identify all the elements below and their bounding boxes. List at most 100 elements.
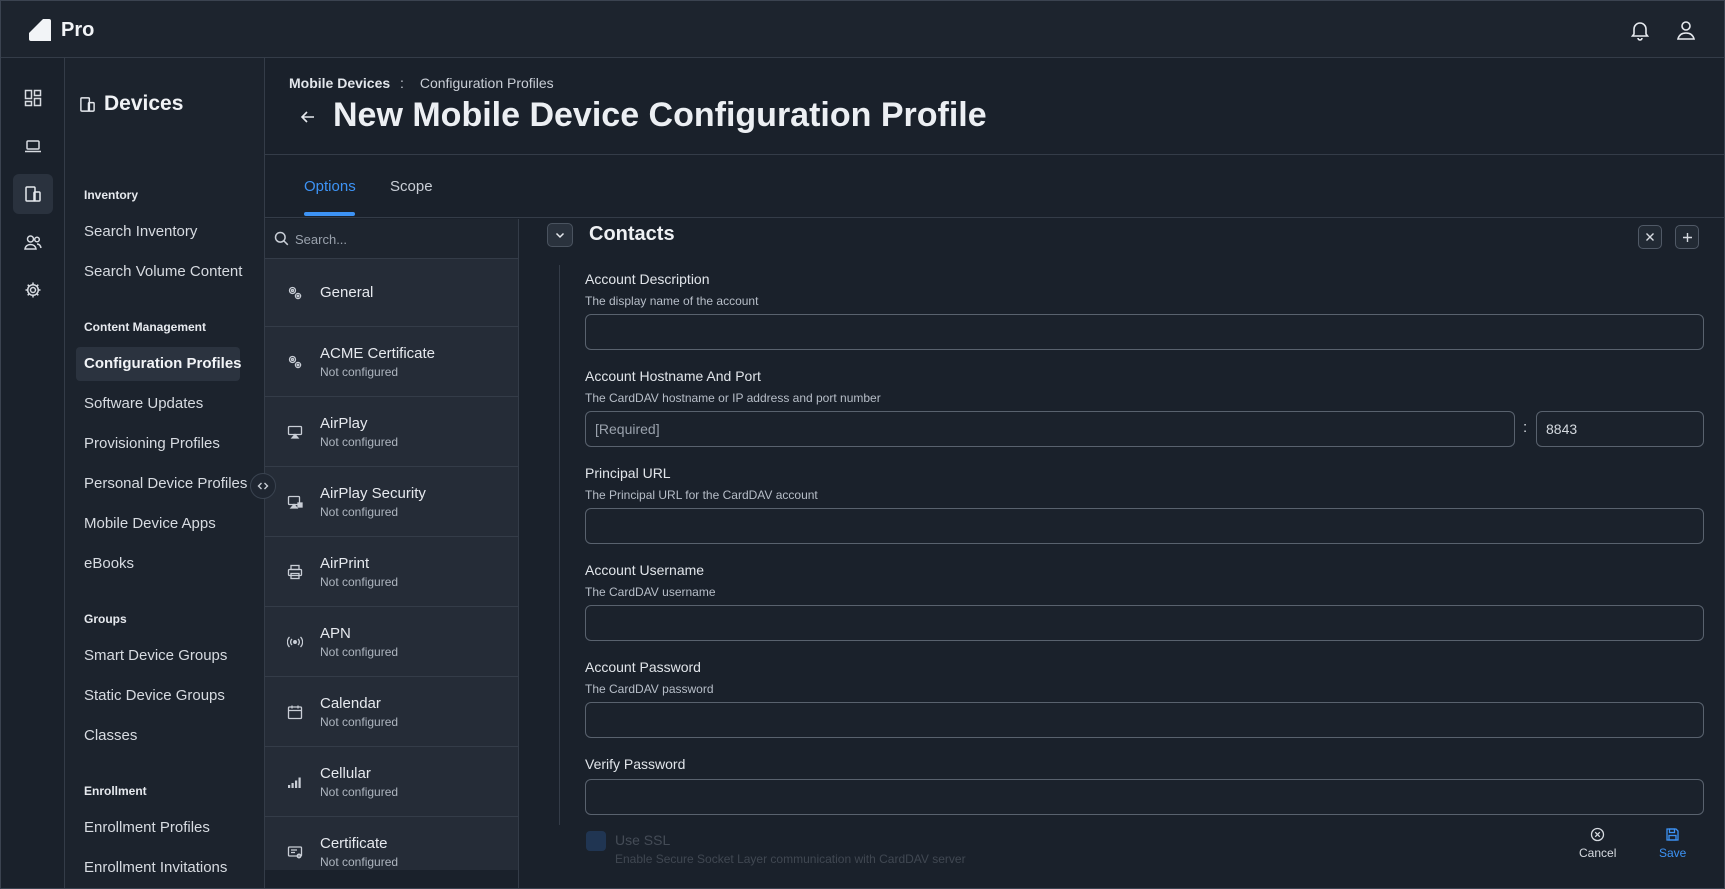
user-icon[interactable] xyxy=(1674,18,1698,42)
username-desc: The CardDAV username xyxy=(585,585,716,599)
payload-item-airplay[interactable]: AirPlay Not configured xyxy=(265,397,518,467)
section-title: Contacts xyxy=(589,223,675,245)
use-ssl-checkbox[interactable] xyxy=(586,831,606,851)
nav-item-software-updates[interactable]: Software Updates xyxy=(76,387,240,421)
principal-url-label: Principal URL xyxy=(585,465,671,481)
account-description-desc: The display name of the account xyxy=(585,294,759,308)
payload-list: General ACME Certificate Not configured … xyxy=(265,219,519,870)
top-bar: Pro xyxy=(1,1,1724,58)
section-collapse-button[interactable] xyxy=(547,223,573,247)
breadcrumb-parent[interactable]: Mobile Devices xyxy=(289,75,390,91)
payload-item-airplay-security[interactable]: AirPlay Security Not configured xyxy=(265,467,518,537)
payload-status: Not configured xyxy=(320,365,399,379)
nav-item-provisioning-profiles[interactable]: Provisioning Profiles xyxy=(76,427,240,461)
save-button[interactable]: Save xyxy=(1659,827,1686,860)
username-label: Account Username xyxy=(585,562,705,578)
settings-gear-icon[interactable] xyxy=(13,270,53,310)
airplay-icon xyxy=(287,424,303,440)
breadcrumb: Mobile Devices : Configuration Profiles xyxy=(289,75,554,91)
tab-options[interactable]: Options xyxy=(304,155,356,218)
brand[interactable]: Pro xyxy=(27,17,94,43)
nav-item-ebooks[interactable]: eBooks xyxy=(76,547,240,581)
payload-status: Not configured xyxy=(320,715,399,729)
payload-name: AirPlay xyxy=(320,415,368,432)
hostname-input[interactable] xyxy=(585,411,1515,447)
nav-item-personal-device-profiles[interactable]: Personal Device Profiles xyxy=(76,467,247,501)
icon-rail xyxy=(1,58,65,888)
username-input[interactable] xyxy=(585,605,1704,641)
brand-logo-icon xyxy=(27,17,53,43)
payload-item-general[interactable]: General xyxy=(265,259,518,327)
nav-item-smart-device-groups[interactable]: Smart Device Groups xyxy=(76,639,240,673)
airplay-security-icon xyxy=(287,494,303,510)
code-chevrons-icon xyxy=(257,480,269,492)
principal-url-input[interactable] xyxy=(585,508,1704,544)
payload-status: Not configured xyxy=(320,505,399,519)
payload-name: AirPrint xyxy=(320,555,370,572)
sidebar-collapse-handle[interactable] xyxy=(250,473,276,499)
users-icon[interactable] xyxy=(13,222,53,262)
payload-status: Not configured xyxy=(320,435,399,449)
hostname-port-desc: The CardDAV hostname or IP address and p… xyxy=(585,391,881,405)
account-description-input[interactable] xyxy=(585,314,1704,350)
gears-icon xyxy=(287,354,303,370)
remove-payload-button[interactable] xyxy=(1638,225,1662,249)
signal-bars-icon xyxy=(287,774,303,790)
devices-nav: Devices Inventory Search Inventory Searc… xyxy=(65,58,265,888)
nav-item-search-inventory[interactable]: Search Inventory xyxy=(76,215,240,249)
nav-item-search-volume-content[interactable]: Search Volume Content xyxy=(76,255,242,289)
close-icon xyxy=(1645,232,1655,242)
mobile-devices-icon[interactable] xyxy=(13,174,53,214)
payload-status: Not configured xyxy=(320,785,399,799)
laptop-icon[interactable] xyxy=(13,126,53,166)
nav-item-configuration-profiles[interactable]: Configuration Profiles xyxy=(76,347,242,381)
use-ssl-label: Use SSL xyxy=(615,832,671,848)
nav-item-enrollment-invitations[interactable]: Enrollment Invitations xyxy=(76,851,240,885)
tab-bar: Options Scope xyxy=(265,155,1724,218)
payload-name: Cellular xyxy=(320,765,371,782)
payload-editor: Contacts Account Description The display… xyxy=(519,219,1724,888)
payload-name: Certificate xyxy=(320,835,388,852)
nav-title: Devices xyxy=(79,92,183,116)
verify-password-label: Verify Password xyxy=(585,756,686,772)
nav-item-enrollment-profiles[interactable]: Enrollment Profiles xyxy=(76,811,240,845)
dashboard-icon[interactable] xyxy=(13,78,53,118)
section-guide-line xyxy=(559,265,560,825)
payload-status: Not configured xyxy=(320,575,399,589)
nav-section-content-management: Content Management xyxy=(84,320,207,334)
plus-icon xyxy=(1682,232,1693,243)
nav-item-static-device-groups[interactable]: Static Device Groups xyxy=(76,679,240,713)
breadcrumb-current: Configuration Profiles xyxy=(419,75,554,91)
payload-item-airprint[interactable]: AirPrint Not configured xyxy=(265,537,518,607)
password-label: Account Password xyxy=(585,659,701,675)
payload-name: Calendar xyxy=(320,695,381,712)
devices-icon xyxy=(79,96,96,113)
nav-item-mobile-device-apps[interactable]: Mobile Device Apps xyxy=(76,507,240,541)
payload-item-apn[interactable]: APN Not configured xyxy=(265,607,518,677)
payload-item-cellular[interactable]: Cellular Not configured xyxy=(265,747,518,817)
password-input[interactable] xyxy=(585,702,1704,738)
payload-search xyxy=(265,219,518,259)
payload-search-input[interactable] xyxy=(295,229,505,249)
cancel-button[interactable]: Cancel xyxy=(1579,827,1616,860)
port-input[interactable] xyxy=(1536,411,1704,447)
account-description-label: Account Description xyxy=(585,271,710,287)
bell-icon[interactable] xyxy=(1628,18,1652,42)
brand-name: Pro xyxy=(61,18,95,41)
payload-name: General xyxy=(320,284,374,301)
payload-item-acme-certificate[interactable]: ACME Certificate Not configured xyxy=(265,327,518,397)
password-desc: The CardDAV password xyxy=(585,682,714,696)
add-payload-button[interactable] xyxy=(1675,225,1699,249)
nav-item-classes[interactable]: Classes xyxy=(76,719,240,753)
antenna-icon xyxy=(287,634,303,650)
payload-item-certificate[interactable]: Certificate Not configured xyxy=(265,817,518,870)
payload-item-calendar[interactable]: Calendar Not configured xyxy=(265,677,518,747)
calendar-icon xyxy=(287,704,303,720)
hostname-port-label: Account Hostname And Port xyxy=(585,368,761,384)
port-separator: : xyxy=(1523,419,1528,436)
back-arrow-icon[interactable] xyxy=(299,108,317,126)
nav-section-inventory: Inventory xyxy=(84,188,139,202)
verify-password-input[interactable] xyxy=(585,779,1704,815)
tab-scope[interactable]: Scope xyxy=(390,155,433,218)
breadcrumb-separator: : xyxy=(400,75,404,91)
